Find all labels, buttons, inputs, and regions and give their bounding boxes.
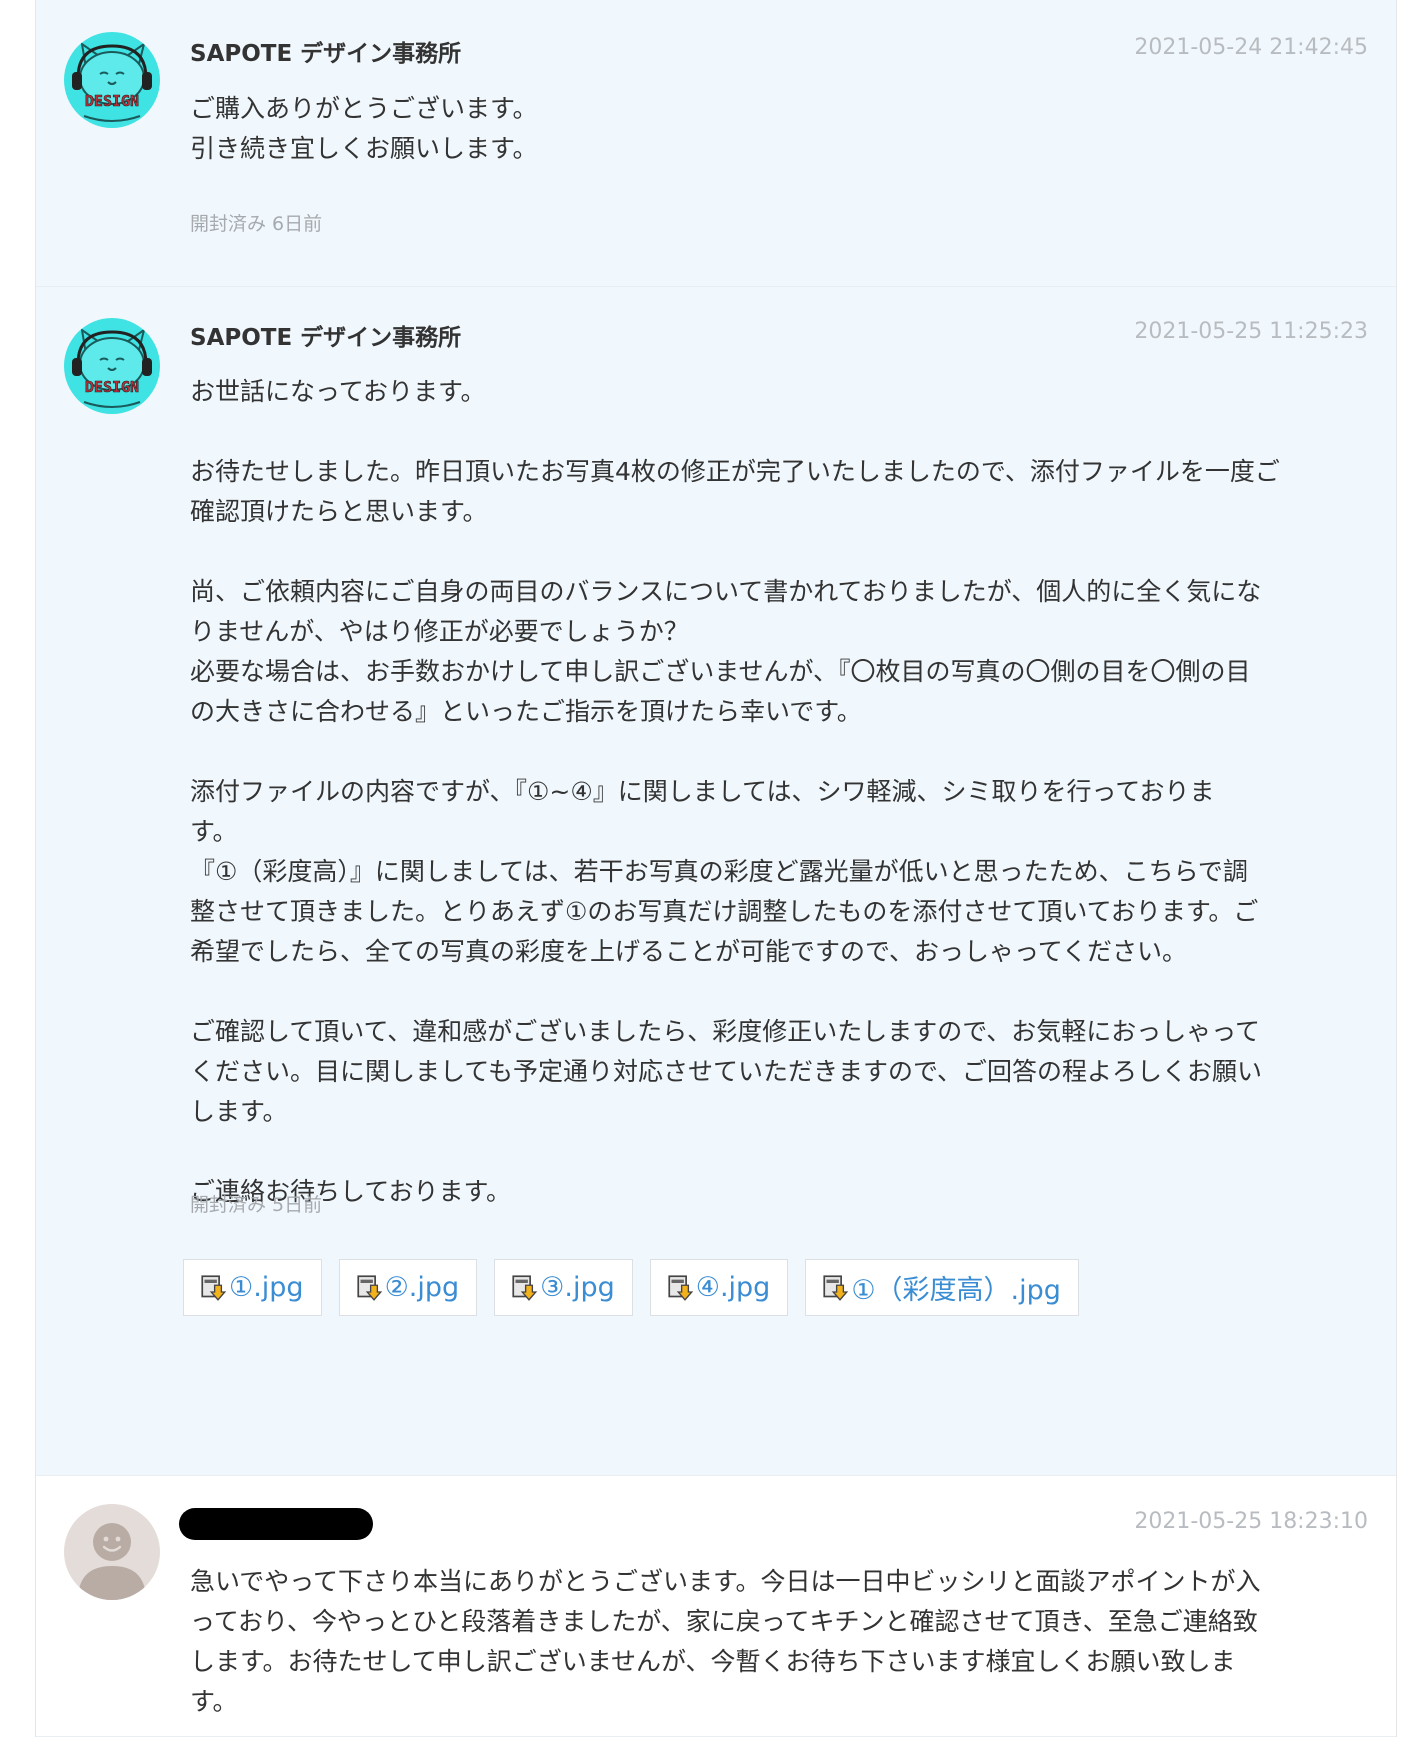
read-status: 開封済み 5日前 <box>190 1194 323 1216</box>
download-file-icon <box>512 1275 538 1301</box>
sender-name[interactable]: SAPOTE デザイン事務所 <box>190 34 461 68</box>
message-line: ください。目に関しましても予定通り対応させていただきますので、ご回答の程よろしく… <box>190 1057 1263 1086</box>
attachment-link[interactable]: ③.jpg <box>494 1259 633 1316</box>
message-item: DESIGN SAPOTE デザイン事務所 2021-05-25 11:25:2… <box>36 287 1396 1476</box>
message-line: 整させて頂きました。とりあえず①のお写真だけ調整したものを添付させて頂いておりま… <box>190 897 1259 926</box>
message-line: っており、今やっとひと段落着きましたが、家に戻ってキチンと確認させて頂き、至急ご… <box>190 1607 1258 1636</box>
default-user-icon <box>64 1504 160 1600</box>
cat-with-headphones-icon: DESIGN <box>64 32 160 128</box>
message-body: 急いでやって下さり本当にありがとうございます。今日は一日中ビッシリと面談アポイン… <box>190 1562 1380 1722</box>
message-timestamp: 2021-05-25 18:23:10 <box>1134 1509 1368 1534</box>
message-line: 『①（彩度高）』に関しましては、若干お写真の彩度ど露光量が低いと思ったため、こち… <box>190 857 1248 886</box>
attachment-link[interactable]: ①（彩度高）.jpg <box>805 1259 1079 1316</box>
message-thread: DESIGN SAPOTE デザイン事務所 2021-05-24 21:42:4… <box>35 0 1397 1737</box>
attachment-filename[interactable]: ①（彩度高）.jpg <box>851 1268 1061 1307</box>
avatar-logo-text: DESIGN <box>85 378 139 396</box>
attachment-link[interactable]: ②.jpg <box>338 1259 478 1316</box>
message-line: 添付ファイルの内容ですが、『①~④』に関しましては、シワ軽減、シミ取りを行ってお… <box>190 777 1215 806</box>
message-body: ご購入ありがとうございます。 引き続き宜しくお願いします。 <box>190 89 1380 169</box>
attachment-filename[interactable]: ①.jpg <box>229 1272 304 1303</box>
message-line: りませんが、やはり修正が必要でしょうか？ <box>190 617 689 646</box>
message-line: ご購入ありがとうございます。 <box>190 94 538 123</box>
message-body: お世話になっております。 お待たせしました。昨日頂いたお写真4枚の修正が完了いた… <box>190 372 1380 1212</box>
message-line: します。お待たせして申し訳ございませんが、今暫くお待ち下さいます様宜しくお願い致… <box>190 1647 1236 1676</box>
redacted-sender-name <box>179 1508 373 1540</box>
message-line: 急いでやって下さり本当にありがとうございます。今日は一日中ビッシリと面談アポイン… <box>190 1567 1261 1596</box>
sender-avatar[interactable]: DESIGN <box>64 32 160 128</box>
sender-name[interactable]: SAPOTE デザイン事務所 <box>190 318 461 352</box>
message-item: 2021-05-25 18:23:10 急いでやって下さり本当にありがとうござい… <box>36 1476 1396 1737</box>
cat-with-headphones-icon: DESIGN <box>64 318 160 414</box>
attachment-link[interactable]: ④.jpg <box>649 1259 789 1316</box>
message-line <box>190 972 1380 1012</box>
message-line: ご確認して頂いて、違和感がございましたら、彩度修正いたしますので、お気軽におっし… <box>190 1017 1261 1046</box>
attachment-list: ①.jpg ②.jpg ③.jpg ④.jpg ①（彩度高）.jpg <box>183 1259 1079 1316</box>
attachment-filename[interactable]: ②.jpg <box>385 1272 460 1303</box>
message-line: 必要な場合は、お手数おかけして申し訳ございませんが、『〇枚目の写真の〇側の目を〇… <box>190 657 1251 686</box>
attachment-filename[interactable]: ③.jpg <box>540 1272 615 1303</box>
message-line <box>190 1132 1380 1172</box>
message-line: 尚、ご依頼内容にご自身の両目のバランスについて書かれておりましたが、個人的に全く… <box>190 577 1262 606</box>
message-line <box>190 532 1380 572</box>
message-line: す。 <box>190 1687 238 1716</box>
download-file-icon <box>201 1275 227 1301</box>
message-line: 希望でしたら、全ての写真の彩度を上げることが可能ですので、おっしゃってください。 <box>190 937 1188 966</box>
message-timestamp: 2021-05-25 11:25:23 <box>1134 319 1368 344</box>
message-line: す。 <box>190 817 238 846</box>
message-line: お世話になっております。 <box>190 377 486 406</box>
attachment-filename[interactable]: ④.jpg <box>696 1272 771 1303</box>
download-file-icon <box>668 1275 693 1301</box>
message-line: します。 <box>190 1097 288 1126</box>
message-line: お待たせしました。昨日頂いたお写真4枚の修正が完了いたしましたので、添付ファイル… <box>190 457 1280 486</box>
sender-avatar[interactable] <box>64 1504 160 1600</box>
message-line: の大きさに合わせる』といったご指示を頂けたら幸いです。 <box>190 697 862 726</box>
avatar-logo-text: DESIGN <box>85 92 139 110</box>
message-item: DESIGN SAPOTE デザイン事務所 2021-05-24 21:42:4… <box>36 0 1396 287</box>
message-line: 確認頂けたらと思います。 <box>190 497 488 526</box>
message-line <box>190 412 1380 452</box>
sender-avatar[interactable]: DESIGN <box>64 318 160 414</box>
message-timestamp: 2021-05-24 21:42:45 <box>1134 35 1368 60</box>
message-line <box>190 732 1380 772</box>
download-file-icon <box>356 1275 382 1301</box>
download-file-icon <box>823 1275 849 1301</box>
message-line: 引き続き宜しくお願いします。 <box>190 134 538 163</box>
message-line: ご連絡お待ちしております。 <box>190 1177 512 1206</box>
read-status: 開封済み 6日前 <box>190 213 323 235</box>
attachment-link[interactable]: ①.jpg <box>183 1259 322 1316</box>
